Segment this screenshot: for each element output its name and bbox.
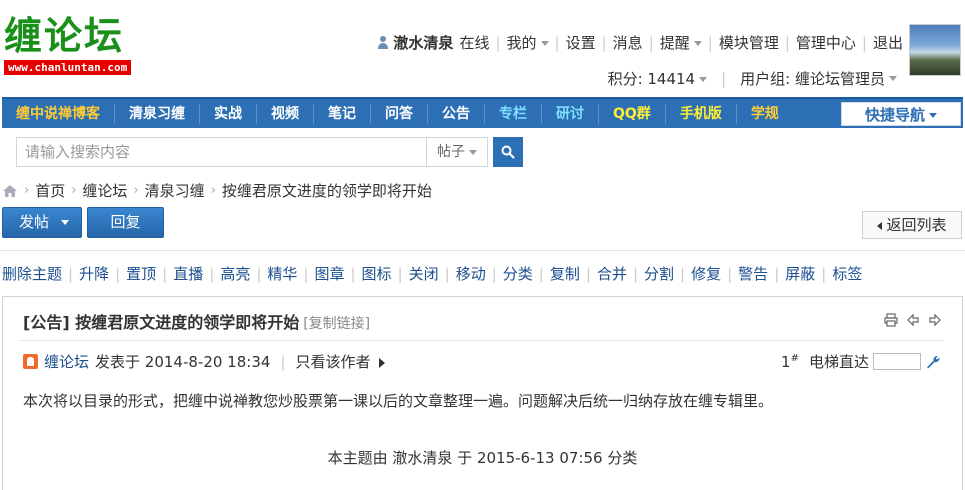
breadcrumb-thread[interactable]: 按缠君原文进度的领学即将开始	[222, 180, 432, 201]
logo-text: 缠论坛	[4, 13, 125, 58]
chevron-down-icon	[699, 77, 708, 82]
nav-item-mobile[interactable]: 手机版	[666, 103, 737, 124]
only-author-link[interactable]: 只看该作者	[295, 351, 385, 372]
quick-nav-button[interactable]: 快捷导航	[841, 102, 961, 126]
author-link[interactable]: 缠论坛	[44, 351, 89, 372]
previous-thread-icon[interactable]	[906, 313, 920, 327]
mod-category[interactable]: 分类	[503, 263, 533, 284]
user-icon	[377, 35, 389, 50]
copy-link[interactable]: [复制链接]	[303, 316, 370, 332]
moderation-note: 本主题由 澈水清泉 于 2015-6-13 07:56 分类	[327, 449, 638, 467]
next-thread-icon[interactable]	[928, 313, 942, 327]
chevron-down-icon	[889, 76, 897, 81]
reminders-menu[interactable]: 提醒	[660, 32, 702, 53]
nav-item-discuss[interactable]: 研讨	[542, 103, 599, 124]
chevron-down-icon	[929, 113, 937, 118]
mod-delete[interactable]: 删除主题	[2, 263, 62, 284]
post-author-row: 缠论坛 发表于 2014-8-20 18:34 | 只看该作者 1# 电梯直达	[23, 351, 943, 372]
elevator-input[interactable]	[873, 353, 921, 370]
triangle-right-icon	[378, 357, 385, 368]
floor-area: 1# 电梯直达	[781, 351, 941, 372]
search-input[interactable]: 请输入搜索内容	[16, 137, 426, 167]
search-button[interactable]	[493, 137, 523, 167]
mod-highlight[interactable]: 高亮	[220, 263, 250, 284]
breadcrumb-forum[interactable]: 缠论坛	[82, 180, 127, 201]
mod-split[interactable]: 分割	[644, 263, 674, 284]
nav-item-notes[interactable]: 笔记	[314, 103, 371, 124]
title-tools	[884, 313, 942, 327]
triangle-left-icon	[877, 221, 883, 230]
my-menu[interactable]: 我的	[507, 32, 549, 53]
home-icon[interactable]	[2, 184, 18, 198]
breadcrumb-separator: ›	[210, 183, 216, 198]
post-content: 本次将以目录的形式，把缠中说禅教您炒股票第一课以后的文章整理一遍。问题解决后统一…	[23, 392, 774, 410]
mod-icon[interactable]: 图标	[362, 263, 392, 284]
user-badge-icon	[23, 354, 38, 369]
logo-url: www.chanluntan.com	[4, 60, 132, 75]
print-icon[interactable]	[884, 313, 898, 327]
nav-item-announce[interactable]: 公告	[428, 103, 485, 124]
back-to-list-button[interactable]: 返回列表	[862, 211, 962, 239]
mod-bump[interactable]: 升降	[79, 263, 109, 284]
chevron-down-icon	[540, 41, 549, 46]
breadcrumb-separator: ›	[24, 183, 30, 198]
module-manage-link[interactable]: 模块管理	[719, 32, 779, 53]
reply-button[interactable]: 回复	[87, 207, 164, 238]
chevron-down-icon	[469, 149, 477, 155]
user-info: 积分: 14414 | 用户组: 缠论坛管理员	[608, 68, 897, 89]
mod-close[interactable]: 关闭	[409, 263, 439, 284]
messages-link[interactable]: 消息	[613, 32, 643, 53]
breadcrumb-home[interactable]: 首页	[35, 180, 65, 201]
mod-move[interactable]: 移动	[456, 263, 486, 284]
nav-item-rules[interactable]: 学规	[737, 104, 793, 124]
search-type-select[interactable]: 帖子	[426, 137, 488, 167]
user-bar: 澈水清泉 在线 | 我的 | 设置 | 消息 | 提醒 | 模块管理 | 管理中…	[377, 32, 903, 53]
points-menu[interactable]: 积分: 14414	[608, 68, 708, 89]
breadcrumb-separator: ›	[133, 183, 139, 198]
nav-item-column[interactable]: 专栏	[485, 103, 542, 124]
search-icon	[501, 145, 515, 159]
mod-block[interactable]: 屏蔽	[785, 263, 815, 284]
usergroup-link[interactable]: 用户组: 缠论坛管理员	[740, 68, 885, 89]
mod-sticky[interactable]: 置顶	[126, 263, 156, 284]
mod-warn[interactable]: 警告	[738, 263, 768, 284]
mod-live[interactable]: 直播	[173, 263, 203, 284]
thread-title: [公告] 按缠君原文进度的领学即将开始 [复制链接]	[23, 313, 371, 332]
username-link[interactable]: 澈水清泉	[393, 32, 453, 53]
nav-item-practice[interactable]: 实战	[200, 103, 257, 124]
chevron-down-icon	[61, 220, 70, 225]
divider	[19, 340, 944, 341]
mod-repair[interactable]: 修复	[691, 263, 721, 284]
nav-item-qingquan[interactable]: 清泉习缠	[115, 103, 200, 124]
settings-link[interactable]: 设置	[566, 32, 596, 53]
floor-number: 1#	[781, 352, 799, 371]
breadcrumb-separator: ›	[71, 183, 77, 198]
search-bar: 请输入搜索内容 帖子	[16, 137, 523, 167]
mod-stamp[interactable]: 图章	[314, 263, 344, 284]
avatar[interactable]	[909, 24, 961, 76]
moderation-bar: 删除主题 | 升降 | 置顶 | 直播 | 高亮 | 精华 | 图章 | 图标 | 关闭 | 移动…	[2, 263, 863, 284]
post-container: [公告] 按缠君原文进度的领学即将开始 [复制链接] 缠论坛 发表于 2014-8…	[2, 296, 963, 490]
site-logo[interactable]: 缠论坛 www.chanluntan.com	[4, 13, 132, 75]
breadcrumb-board[interactable]: 清泉习缠	[145, 180, 205, 201]
divider	[0, 250, 965, 251]
mod-merge[interactable]: 合并	[597, 263, 627, 284]
new-post-button[interactable]: 发帖	[2, 207, 82, 238]
post-time: 发表于 2014-8-20 18:34	[95, 353, 271, 371]
mod-copy[interactable]: 复制	[550, 263, 580, 284]
elevator-label: 电梯直达	[808, 353, 869, 371]
nav-item-video[interactable]: 视频	[257, 103, 314, 124]
nav-item-qa[interactable]: 问答	[371, 103, 428, 124]
main-nav: 缠中说禅博客 清泉习缠 实战 视频 笔记 问答 公告 专栏 研讨 QQ群 手机版…	[2, 97, 963, 128]
logout-link[interactable]: 退出	[873, 32, 903, 53]
nav-item-qq[interactable]: QQ群	[599, 103, 666, 124]
chevron-down-icon	[693, 41, 702, 46]
wrench-icon[interactable]	[925, 354, 941, 370]
admin-center-link[interactable]: 管理中心	[796, 32, 856, 53]
nav-item-blog[interactable]: 缠中说禅博客	[2, 103, 115, 124]
breadcrumb: › 首页 › 缠论坛 › 清泉习缠 › 按缠君原文进度的领学即将开始	[2, 180, 432, 201]
mod-digest[interactable]: 精华	[267, 263, 297, 284]
mod-tag[interactable]: 标签	[832, 263, 862, 284]
online-status: 在线	[459, 34, 490, 52]
